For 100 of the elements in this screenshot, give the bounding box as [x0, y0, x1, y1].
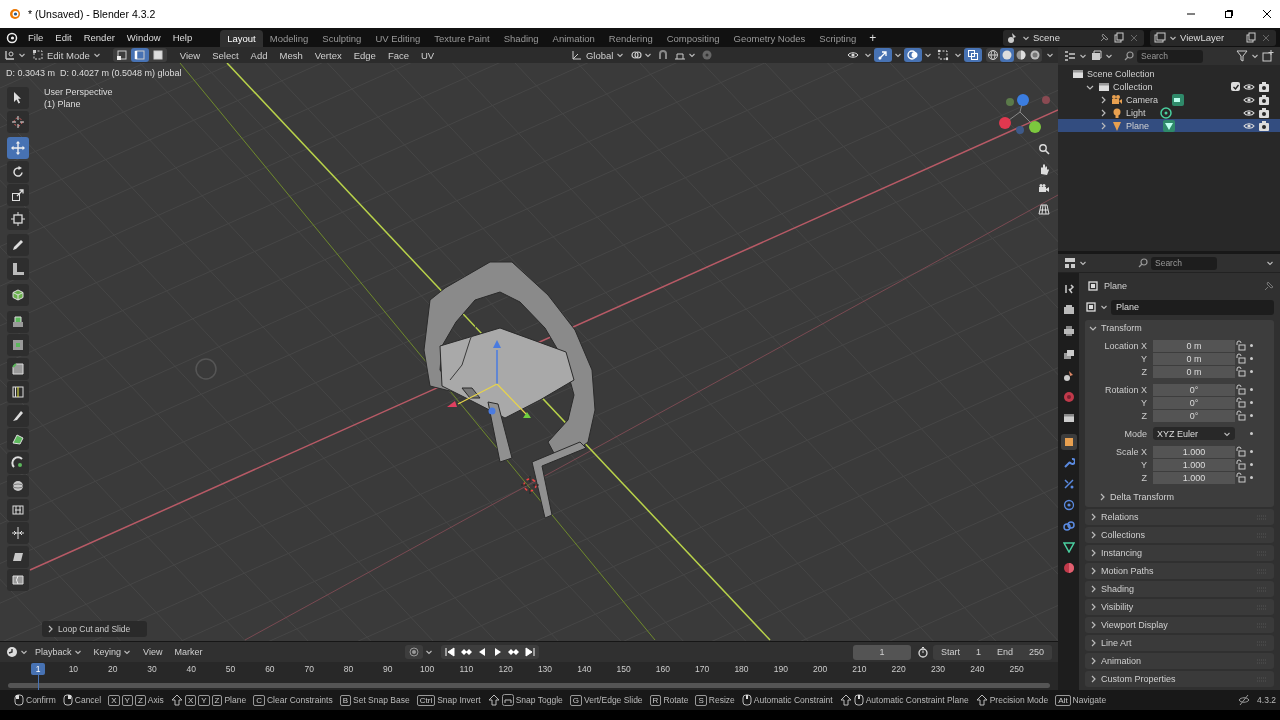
playhead-frame[interactable]: 1 — [31, 663, 45, 675]
add-workspace-button[interactable]: + — [863, 30, 883, 45]
start-frame-field[interactable]: 1 — [967, 647, 989, 657]
subpanel-header[interactable]: Delta Transform — [1085, 489, 1274, 506]
version-label: 4.3.2 — [1257, 695, 1276, 705]
number-field[interactable]: 0 m — [1153, 339, 1235, 352]
workspace-tab[interactable]: Sculpting — [315, 30, 369, 47]
menu-item[interactable]: Vertex — [309, 49, 347, 61]
panel-header[interactable]: Motion Paths — [1085, 563, 1274, 580]
panel-header[interactable]: Shading — [1085, 581, 1274, 598]
end-frame-field[interactable]: 250 — [1020, 647, 1052, 657]
key-hint: B — [339, 694, 351, 706]
number-field[interactable]: 0 m — [1153, 352, 1235, 365]
frame-tick-label: 50 — [225, 664, 236, 674]
key-hint: R — [649, 694, 662, 706]
workspace-tab[interactable]: Animation — [545, 30, 602, 47]
panel-header[interactable]: Animation — [1085, 653, 1274, 670]
field-label: Y — [1140, 397, 1148, 408]
range-label: Start — [939, 647, 961, 657]
orientation-dropdown[interactable]: Global — [566, 48, 629, 62]
object-name-field[interactable]: Plane — [1111, 299, 1274, 315]
outliner-row[interactable]: Collection — [1058, 80, 1280, 93]
operator-panel[interactable]: Loop Cut and Slide — [42, 621, 147, 637]
menu-item[interactable]: UV — [416, 49, 440, 61]
menu-item[interactable]: View — [174, 49, 206, 61]
number-field[interactable]: 1.000 — [1153, 445, 1235, 458]
workspace-tab[interactable]: Texture Paint — [427, 30, 497, 47]
key-hint: Ctrl — [416, 694, 436, 706]
menu-item[interactable]: Mesh — [274, 49, 308, 61]
workspace-tab[interactable]: Compositing — [659, 30, 727, 47]
key-hint: Y — [121, 694, 133, 706]
number-field[interactable]: 0° — [1153, 409, 1235, 422]
scene-selector[interactable]: Scene — [1003, 29, 1144, 46]
mode-dropdown[interactable]: Edit Mode — [28, 48, 105, 62]
panel-header[interactable]: Transform — [1085, 320, 1274, 337]
menu-item[interactable]: File — [22, 32, 50, 43]
number-field[interactable]: 1.000 — [1153, 471, 1235, 484]
search-field[interactable]: Search — [1137, 49, 1203, 63]
outliner-row[interactable]: Plane — [1058, 119, 1280, 132]
workspace-tab[interactable]: Geometry Nodes — [726, 30, 813, 47]
outliner-row[interactable]: Light — [1058, 106, 1280, 119]
number-field[interactable]: 0° — [1153, 396, 1235, 409]
menu-item[interactable]: Window — [120, 32, 167, 43]
panel-header[interactable]: Instancing — [1085, 545, 1274, 562]
outliner-row[interactable]: Scene Collection — [1058, 67, 1280, 80]
outliner-row[interactable]: Camera — [1058, 93, 1280, 106]
menu-item[interactable]: Edge — [348, 49, 381, 61]
menu-item[interactable]: Select — [207, 49, 244, 61]
number-field[interactable]: 1.000 — [1153, 458, 1235, 471]
field-label: Z — [1140, 472, 1148, 483]
hint-label: Snap Toggle — [515, 695, 563, 705]
frame-tick-label: 30 — [147, 664, 157, 674]
key-hint: Y — [198, 694, 210, 706]
number-field[interactable]: 0° — [1153, 383, 1235, 396]
frame-tick-label: 220 — [891, 664, 906, 674]
frame-tick-label: 40 — [186, 664, 196, 674]
menu-item[interactable]: Render — [77, 32, 121, 43]
window-title: * (Unsaved) - Blender 4.3.2 — [28, 8, 156, 20]
number-field[interactable]: 0 m — [1153, 365, 1235, 378]
frame-tick-label: 100 — [419, 664, 435, 674]
panel-header[interactable]: Relations — [1085, 509, 1274, 526]
field-label: Mode — [1123, 428, 1148, 439]
menu-item[interactable]: Playback — [30, 647, 87, 657]
key-hint: Z — [211, 694, 223, 706]
menu-item[interactable]: Help — [166, 32, 199, 43]
field-label: Y — [1140, 353, 1148, 364]
panel-header[interactable]: Collections — [1085, 527, 1274, 544]
panel-header[interactable]: Visibility — [1085, 599, 1274, 616]
current-frame-field[interactable]: 1 — [852, 644, 911, 660]
menu-item[interactable]: Keying — [88, 647, 137, 657]
distance-readout: D: 0.3043 m D: 0.4027 m (0.5048 m) global — [6, 68, 182, 78]
menu-item[interactable]: Edit — [49, 32, 78, 43]
panel-header[interactable]: Custom Properties — [1085, 671, 1274, 688]
workspace-tab[interactable]: Rendering — [601, 30, 660, 47]
key-hint: X — [108, 694, 120, 706]
menu-item[interactable]: Face — [382, 49, 414, 61]
panel-header[interactable]: Viewport Display — [1085, 617, 1274, 634]
hint-label: Automatic Constraint Plane — [865, 695, 969, 705]
panel-header[interactable]: Line Art — [1085, 635, 1274, 652]
menu-item[interactable]: View — [138, 647, 168, 657]
menu-item[interactable]: Marker — [169, 647, 208, 657]
frame-tick-label: 140 — [577, 664, 592, 674]
hint-label: Plane — [224, 695, 247, 705]
menu-item[interactable]: Add — [245, 49, 273, 61]
workspace-tab[interactable]: Shading — [496, 30, 546, 47]
rotation-mode-dropdown[interactable]: XYZ Euler — [1153, 427, 1235, 441]
frame-tick-label: 240 — [970, 664, 985, 674]
view-name: User Perspective — [44, 87, 113, 97]
workspace-tab[interactable]: Modeling — [262, 30, 316, 47]
field-label: Z — [1140, 366, 1148, 377]
field-label: Scale X — [1114, 446, 1148, 457]
frame-tick-label: 170 — [695, 664, 710, 674]
search-field[interactable]: Search — [1151, 256, 1217, 270]
workspace-tab[interactable]: UV Editing — [368, 30, 428, 47]
hint-label: Resize — [708, 695, 735, 705]
hint-label: Confirm — [26, 695, 56, 705]
hint-label: Set Snap Base — [353, 695, 410, 705]
workspace-tab[interactable]: Scripting — [812, 30, 864, 47]
view-layer-selector[interactable]: ViewLayer — [1150, 29, 1276, 46]
workspace-tab[interactable]: Layout — [220, 30, 263, 47]
